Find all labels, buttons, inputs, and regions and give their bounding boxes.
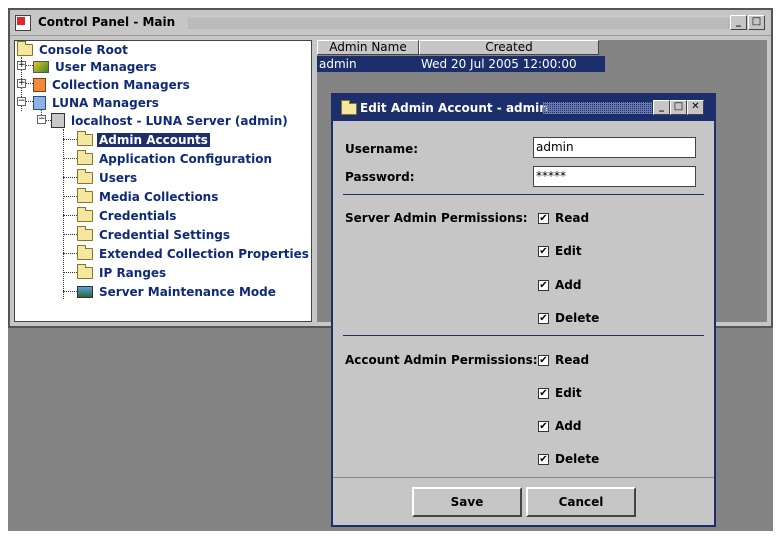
tree-root[interactable]: Console Root: [17, 40, 130, 58]
tree-item-users[interactable]: Users: [77, 168, 139, 186]
account-add-checkbox[interactable]: ✔ Add: [538, 419, 581, 433]
account-read-checkbox[interactable]: ✔ Read: [538, 353, 589, 367]
tree-item-admin-accounts[interactable]: Admin Accounts: [77, 130, 210, 148]
folder-icon: [77, 244, 93, 260]
folder-icon: [77, 206, 93, 222]
checkbox-checked-icon: ✔: [538, 453, 549, 465]
dialog-minimize-button[interactable]: _: [653, 100, 670, 115]
tree-item-server-maintenance-mode[interactable]: Server Maintenance Mode: [77, 283, 278, 300]
checkbox-checked-icon: ✔: [538, 279, 549, 291]
expand-icon[interactable]: +: [17, 61, 26, 70]
server-edit-checkbox[interactable]: ✔ Edit: [538, 244, 582, 258]
tree-item-credential-settings[interactable]: Credential Settings: [77, 225, 232, 243]
cell-created: Wed 20 Jul 2005 12:00:00: [421, 57, 577, 71]
maintenance-icon: [77, 285, 93, 298]
edit-admin-dialog: Edit Admin Account - admin _ □ ✕ Usernam…: [331, 93, 716, 527]
checkbox-checked-icon: ✔: [538, 387, 549, 399]
tree-user-managers[interactable]: User Managers: [33, 58, 159, 75]
server-add-checkbox[interactable]: ✔ Add: [538, 278, 581, 292]
luna-managers-icon: [33, 95, 46, 110]
navigation-tree[interactable]: Console Root + User Managers + Collectio…: [14, 40, 312, 322]
folder-icon: [17, 40, 33, 56]
account-permissions-label: Account Admin Permissions:: [345, 353, 538, 367]
user-managers-icon: [33, 60, 49, 73]
tree-item-credentials[interactable]: Credentials: [77, 206, 178, 224]
dialog-title: Edit Admin Account - admin: [360, 101, 548, 115]
divider: [343, 335, 704, 336]
password-label: Password:: [345, 170, 415, 184]
dialog-button-bar: Save Cancel: [333, 477, 714, 525]
tree-item-application-configuration[interactable]: Application Configuration: [77, 149, 274, 167]
checkbox-checked-icon: ✔: [538, 312, 549, 324]
password-field[interactable]: *****: [533, 166, 696, 187]
table-row[interactable]: admin Wed 20 Jul 2005 12:00:00: [317, 56, 605, 72]
divider: [343, 194, 704, 195]
checkbox-checked-icon: ✔: [538, 212, 549, 224]
column-header-admin-name[interactable]: Admin Name: [317, 40, 419, 55]
maximize-button[interactable]: □: [748, 15, 765, 30]
server-read-checkbox[interactable]: ✔ Read: [538, 211, 589, 225]
tree-item-ip-ranges[interactable]: IP Ranges: [77, 263, 168, 281]
collection-managers-icon: [33, 77, 46, 92]
app-icon: [15, 15, 31, 31]
server-delete-checkbox[interactable]: ✔ Delete: [538, 311, 599, 325]
expand-icon[interactable]: +: [17, 79, 26, 88]
tree-item-extended-collection-properties[interactable]: Extended Collection Properties: [77, 244, 311, 262]
username-field[interactable]: admin: [533, 137, 696, 158]
checkbox-checked-icon: ✔: [538, 245, 549, 257]
tree-item-media-collections[interactable]: Media Collections: [77, 187, 220, 205]
folder-icon: [77, 130, 93, 146]
server-icon: [51, 113, 65, 128]
tree-collection-managers[interactable]: Collection Managers: [33, 76, 192, 93]
main-titlebar[interactable]: Control Panel - Main _ □: [10, 10, 771, 36]
collapse-icon[interactable]: −: [17, 97, 26, 106]
folder-icon: [77, 149, 93, 165]
dialog-close-button[interactable]: ✕: [687, 100, 704, 115]
main-window-title: Control Panel - Main: [38, 15, 176, 29]
minimize-button[interactable]: _: [730, 15, 747, 30]
folder-icon: [77, 225, 93, 241]
save-button[interactable]: Save: [412, 487, 522, 517]
username-label: Username:: [345, 142, 419, 156]
dialog-maximize-button[interactable]: □: [670, 100, 687, 115]
collapse-icon[interactable]: −: [37, 115, 46, 124]
folder-icon: [341, 100, 357, 115]
cancel-button[interactable]: Cancel: [526, 487, 636, 517]
column-header-created[interactable]: Created: [419, 40, 599, 55]
checkbox-checked-icon: ✔: [538, 420, 549, 432]
folder-icon: [77, 168, 93, 184]
dialog-titlebar[interactable]: Edit Admin Account - admin _ □ ✕: [333, 95, 714, 121]
titlebar-pattern: [543, 102, 652, 114]
account-edit-checkbox[interactable]: ✔ Edit: [538, 386, 582, 400]
tree-luna-managers[interactable]: LUNA Managers: [33, 94, 161, 111]
server-permissions-label: Server Admin Permissions:: [345, 211, 528, 225]
tree-server[interactable]: localhost - LUNA Server (admin): [51, 112, 290, 129]
account-delete-checkbox[interactable]: ✔ Delete: [538, 452, 599, 466]
folder-icon: [77, 187, 93, 203]
cell-admin-name: admin: [319, 57, 357, 71]
checkbox-checked-icon: ✔: [538, 354, 549, 366]
titlebar-pattern: [188, 18, 731, 29]
folder-icon: [77, 263, 93, 279]
